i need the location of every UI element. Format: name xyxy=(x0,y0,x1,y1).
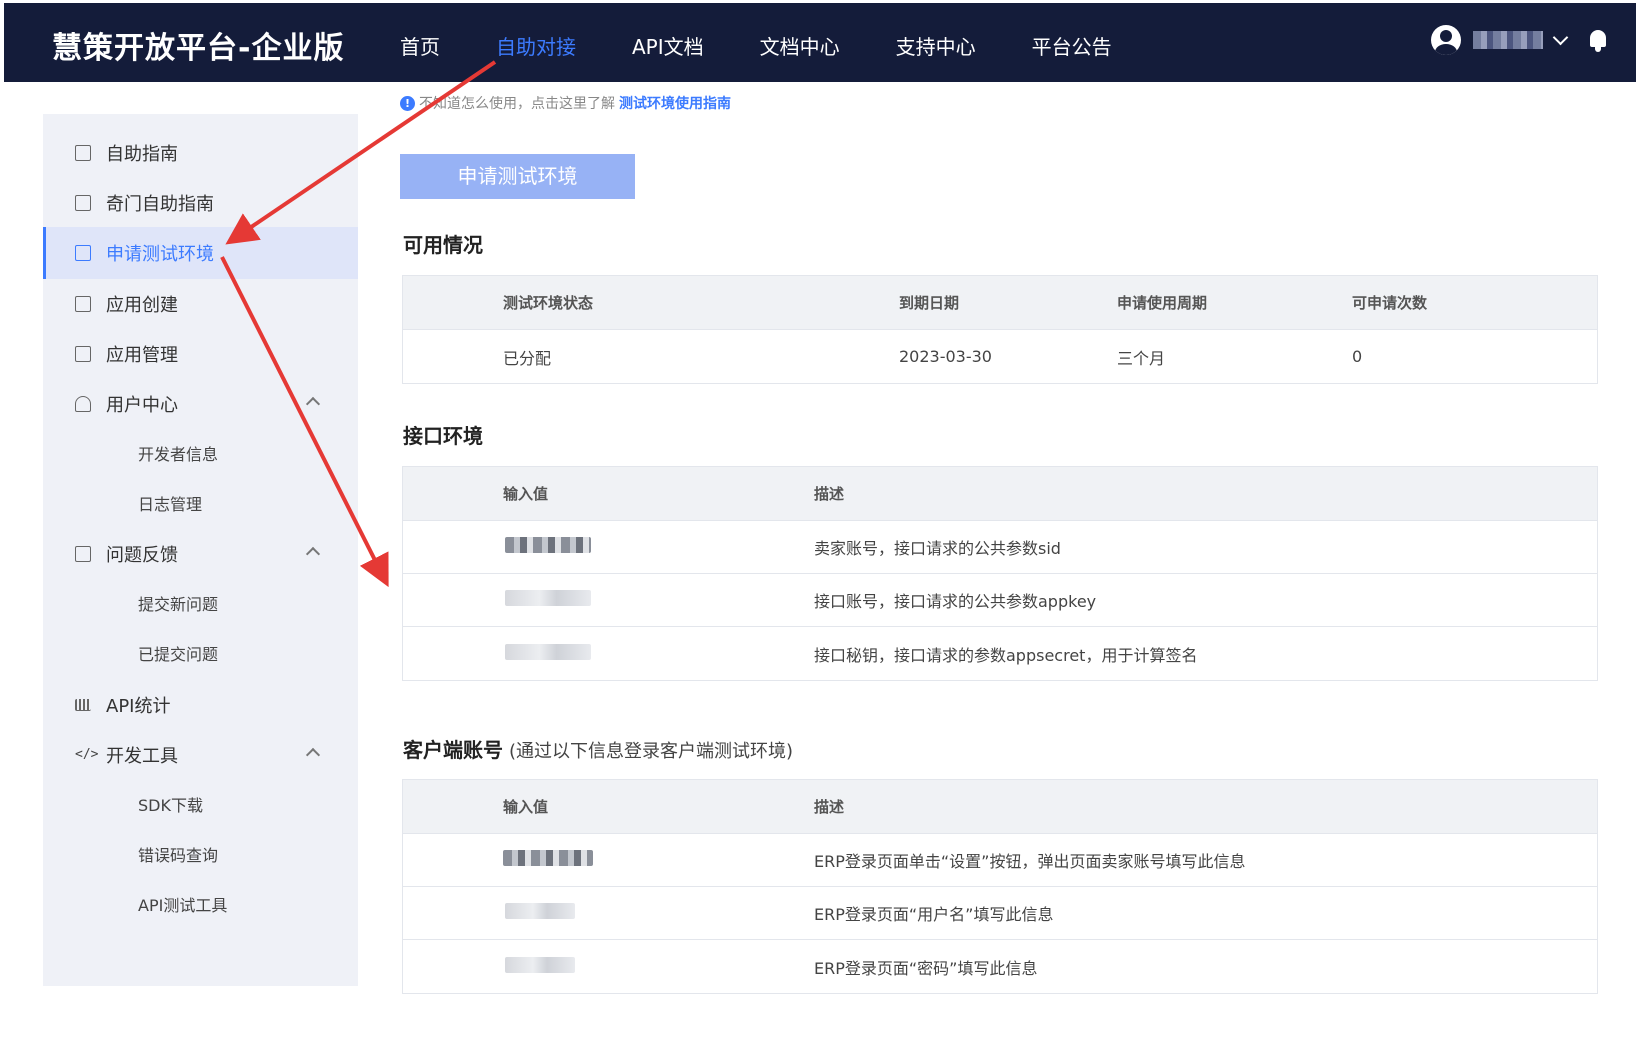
guide-icon xyxy=(75,195,91,211)
chevron-up-icon[interactable] xyxy=(305,546,321,562)
sidebar-sub-log-manage[interactable]: 日志管理 xyxy=(43,478,358,528)
nav-support-center[interactable]: 支持中心 xyxy=(896,31,976,60)
sidebar-sub-api-test-tool[interactable]: API测试工具 xyxy=(43,879,358,929)
top-navigation-bar: 慧策开放平台-企业版 首页 自助对接 API文档 文档中心 支持中心 平台公告 xyxy=(4,3,1636,82)
guide-icon xyxy=(75,145,91,161)
sidebar-item-label: 申请测试环境 xyxy=(106,244,214,265)
description-cell: ERP登录页面单击“设置”按钮，弹出页面卖家账号填写此信息 xyxy=(814,852,1246,871)
sidebar-item-label: 奇门自助指南 xyxy=(106,194,214,215)
table-row: 接口账号，接口请求的公共参数appkey xyxy=(403,574,1597,627)
sidebar-sub-submitted-issues[interactable]: 已提交问题 xyxy=(43,628,358,678)
client-account-title: 客户端账号 (通过以下信息登录客户端测试环境) xyxy=(403,734,793,763)
chevron-up-icon[interactable] xyxy=(305,396,321,412)
app-manage-icon xyxy=(75,346,91,362)
table-header: 输入值 描述 xyxy=(403,780,1597,834)
description-cell: 接口账号，接口请求的公共参数appkey xyxy=(814,592,1097,611)
nav-api-docs[interactable]: API文档 xyxy=(632,31,704,60)
table-row: ERP登录页面“用户名”填写此信息 xyxy=(403,887,1597,940)
apply-test-env-button[interactable]: 申请测试环境 xyxy=(400,154,635,199)
sidebar-item-apply-test-env[interactable]: 申请测试环境 xyxy=(43,227,358,279)
sidebar-item-dev-tools[interactable]: </> 开发工具 xyxy=(43,729,358,781)
app-create-icon xyxy=(75,296,91,312)
nav-announcements[interactable]: 平台公告 xyxy=(1032,31,1112,60)
remaining-count-cell: 0 xyxy=(1352,347,1363,366)
usage-tip: ! 不知道怎么使用，点击这里了解 测试环境使用指南 xyxy=(400,93,731,113)
tip-text: 不知道怎么使用，点击这里了解 xyxy=(419,96,615,112)
main-nav: 首页 自助对接 API文档 文档中心 支持中心 平台公告 xyxy=(400,31,1168,60)
chevron-up-icon[interactable] xyxy=(305,747,321,763)
bell-icon[interactable] xyxy=(1588,28,1608,52)
period-cell: 三个月 xyxy=(1117,348,1166,368)
monitor-icon xyxy=(75,245,91,261)
interface-env-table: 输入值 描述 卖家账号，接口请求的公共参数sid 接口账号，接口请求的公共参数a… xyxy=(402,466,1598,681)
availability-title: 可用情况 xyxy=(403,233,483,257)
user-menu[interactable] xyxy=(1431,25,1608,55)
info-icon: ! xyxy=(400,95,415,111)
bar-chart-icon xyxy=(75,699,91,711)
client-account-heading: 客户端账号 xyxy=(403,738,503,762)
table-row: 接口秘钥，接口请求的参数appsecret，用于计算签名 xyxy=(403,627,1597,680)
expiry-date-cell: 2023-03-30 xyxy=(899,347,992,366)
sidebar-item-user-center[interactable]: 用户中心 xyxy=(43,378,358,430)
description-cell: ERP登录页面“用户名”填写此信息 xyxy=(814,905,1054,924)
username-redacted[interactable] xyxy=(1473,31,1543,49)
user-avatar-icon[interactable] xyxy=(1431,25,1461,55)
redacted-value[interactable] xyxy=(505,956,575,973)
table-row: 卖家账号，接口请求的公共参数sid xyxy=(403,521,1597,574)
sidebar-item-app-manage[interactable]: 应用管理 xyxy=(43,328,358,380)
col-header: 输入值 xyxy=(503,798,549,816)
redacted-value[interactable] xyxy=(505,903,575,919)
sidebar-item-guide[interactable]: 自助指南 xyxy=(43,127,358,179)
code-icon: </> xyxy=(75,747,99,762)
tip-guide-link[interactable]: 测试环境使用指南 xyxy=(619,93,731,113)
col-header: 描述 xyxy=(814,798,845,816)
interface-env-title: 接口环境 xyxy=(403,424,483,448)
redacted-value[interactable] xyxy=(505,537,591,553)
sidebar-item-api-stats[interactable]: API统计 xyxy=(43,679,358,731)
sidebar-sub-submit-issue[interactable]: 提交新问题 xyxy=(43,578,358,628)
table-row: ERP登录页面“密码”填写此信息 xyxy=(403,940,1597,993)
redacted-value[interactable] xyxy=(505,590,591,606)
user-icon xyxy=(75,396,91,412)
client-account-table: 输入值 描述 ERP登录页面单击“设置”按钮，弹出页面卖家账号填写此信息 ERP… xyxy=(402,779,1598,994)
chevron-down-icon[interactable] xyxy=(1552,29,1569,45)
brand-title: 慧策开放平台-企业版 xyxy=(52,31,345,66)
col-header: 描述 xyxy=(814,485,845,503)
table-row: 已分配 2023-03-30 三个月 0 xyxy=(403,330,1597,383)
nav-home[interactable]: 首页 xyxy=(400,31,440,60)
nav-doc-center[interactable]: 文档中心 xyxy=(760,31,840,60)
description-cell: ERP登录页面“密码”填写此信息 xyxy=(814,958,1038,978)
sidebar-item-label: 应用管理 xyxy=(106,345,178,366)
sidebar-sub-error-code[interactable]: 错误码查询 xyxy=(43,829,358,879)
description-cell: 接口秘钥，接口请求的参数appsecret，用于计算签名 xyxy=(814,645,1198,665)
sidebar-item-label: 应用创建 xyxy=(106,295,178,316)
table-row: ERP登录页面单击“设置”按钮，弹出页面卖家账号填写此信息 xyxy=(403,834,1597,887)
feedback-icon xyxy=(75,546,91,562)
sidebar-item-label: API统计 xyxy=(106,696,171,717)
sidebar: 自助指南 奇门自助指南 申请测试环境 应用创建 应用管理 用户中心 开发者信息 … xyxy=(43,114,358,986)
redacted-value[interactable] xyxy=(503,850,593,866)
availability-table: 测试环境状态 到期日期 申请使用周期 可申请次数 已分配 2023-03-30 … xyxy=(402,275,1598,384)
sidebar-sub-sdk-download[interactable]: SDK下载 xyxy=(43,779,358,829)
client-account-note: (通过以下信息登录客户端测试环境) xyxy=(509,741,794,762)
sidebar-item-label: 开发工具 xyxy=(106,746,178,767)
col-header: 输入值 xyxy=(503,485,549,503)
sidebar-item-qimen-guide[interactable]: 奇门自助指南 xyxy=(43,177,358,229)
sidebar-item-label: 问题反馈 xyxy=(106,545,178,566)
sidebar-sub-developer-info[interactable]: 开发者信息 xyxy=(43,428,358,478)
nav-self-service[interactable]: 自助对接 xyxy=(496,31,576,60)
description-cell: 卖家账号，接口请求的公共参数sid xyxy=(814,539,1061,558)
sidebar-item-app-create[interactable]: 应用创建 xyxy=(43,278,358,330)
col-header: 申请使用周期 xyxy=(1117,294,1208,312)
sidebar-item-label: 用户中心 xyxy=(106,395,178,416)
status-cell: 已分配 xyxy=(503,348,552,368)
col-header: 可申请次数 xyxy=(1352,294,1428,312)
table-header: 输入值 描述 xyxy=(403,467,1597,521)
sidebar-item-feedback[interactable]: 问题反馈 xyxy=(43,528,358,580)
col-header: 测试环境状态 xyxy=(503,294,594,312)
redacted-value[interactable] xyxy=(505,643,591,660)
sidebar-item-label: 自助指南 xyxy=(106,144,178,165)
col-header: 到期日期 xyxy=(899,294,960,312)
table-header: 测试环境状态 到期日期 申请使用周期 可申请次数 xyxy=(403,276,1597,330)
